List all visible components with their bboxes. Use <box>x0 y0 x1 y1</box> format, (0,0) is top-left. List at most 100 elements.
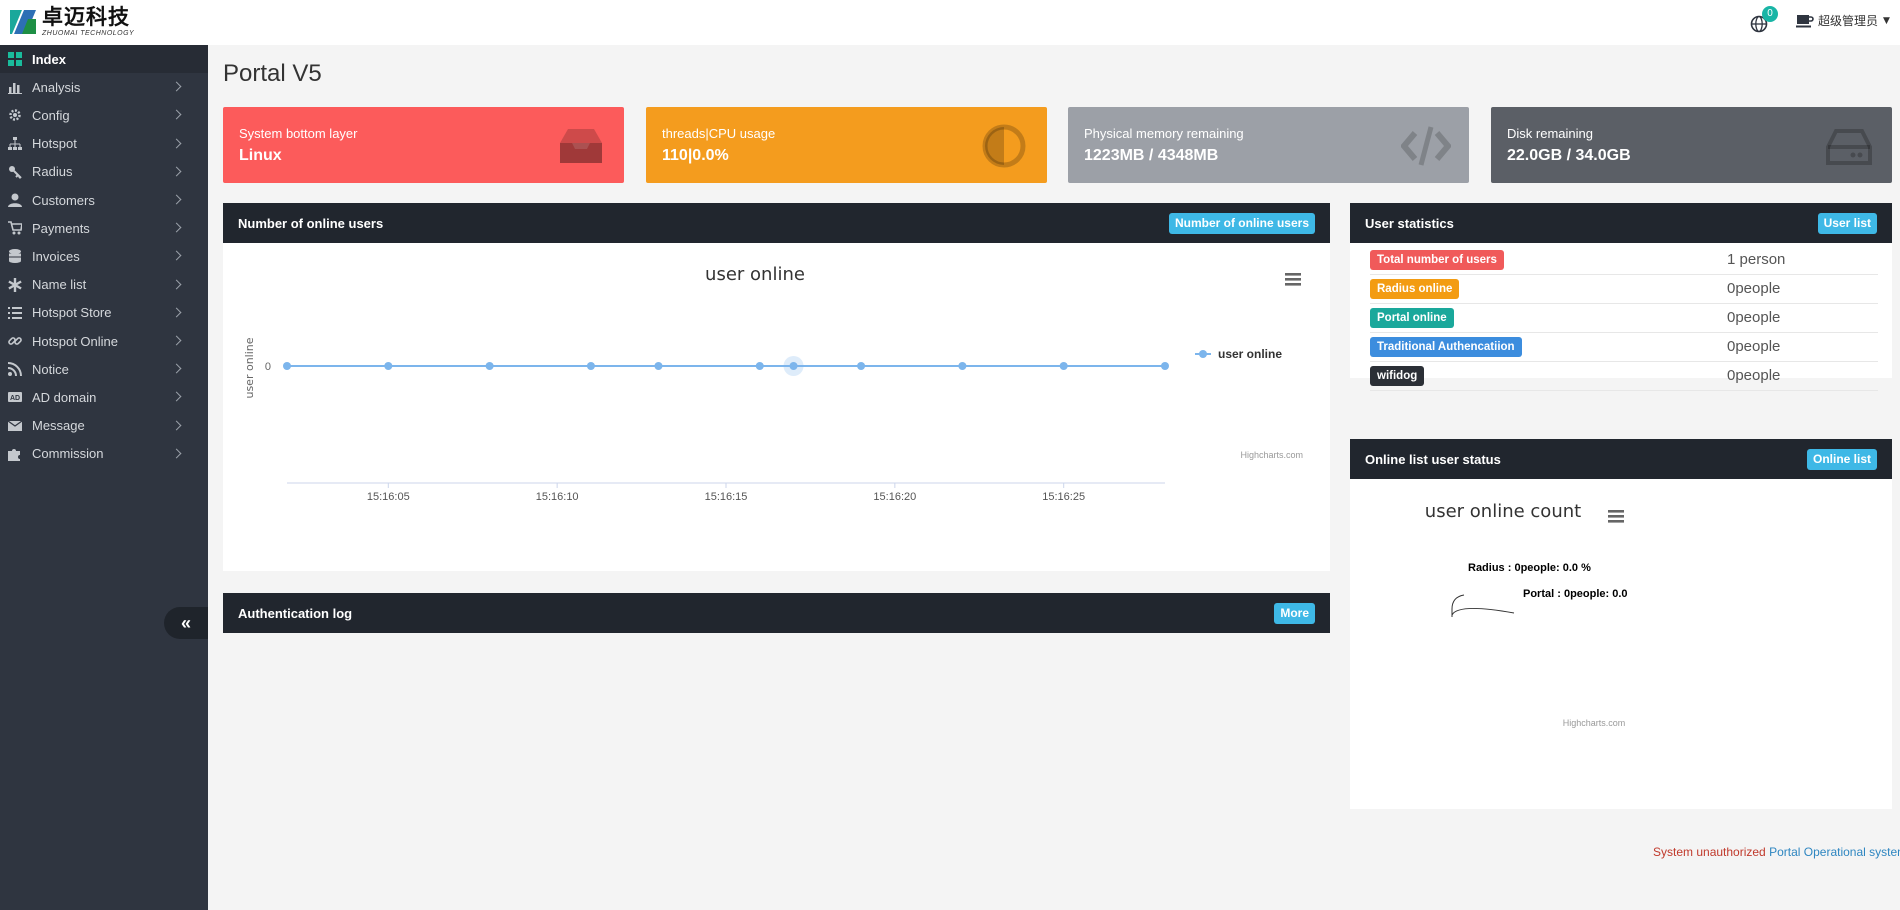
user-stat-label: Traditional Authencatiion <box>1370 337 1522 357</box>
sidebar-item-label: Radius <box>32 164 73 180</box>
authentication-log-panel-header: Authentication log More <box>223 593 1330 633</box>
stat-card-value: 22.0GB / 34.0GB <box>1507 147 1631 164</box>
sidebar-item-config[interactable]: Config <box>0 101 208 129</box>
data-point[interactable] <box>755 362 764 370</box>
sidebar-item-hotspot-store[interactable]: Hotspot Store <box>0 299 208 327</box>
sidebar-collapse-button[interactable]: « <box>164 607 208 639</box>
inbox-icon <box>556 121 606 171</box>
sidebar-item-payments[interactable]: Payments <box>0 214 208 242</box>
user-stat-label: Radius online <box>1370 279 1460 299</box>
chevron-right-icon <box>171 391 182 402</box>
user-stat-label: Total number of users <box>1370 250 1504 270</box>
data-point[interactable] <box>857 362 866 370</box>
sidebar-item-label: Hotspot <box>32 136 77 152</box>
sidebar-item-radius[interactable]: Radius <box>0 158 208 186</box>
chart-credit[interactable]: Highcharts.com <box>1240 450 1303 460</box>
globe-icon[interactable]: 0 <box>1750 6 1778 34</box>
sidebar-item-label: Invoices <box>32 248 80 264</box>
user-stat-count: 0people <box>1727 338 1781 355</box>
y-axis-label: user online <box>243 337 256 398</box>
authentication-log-panel-title: Authentication log <box>238 606 353 621</box>
list-icon <box>8 306 22 320</box>
user-stat-count: 0people <box>1727 309 1781 326</box>
logo: 卓迈科技 ZHUOMAI TECHNOLOGY <box>8 6 134 38</box>
link-icon <box>8 334 22 348</box>
online-users-button[interactable]: Number of online users <box>1168 213 1315 234</box>
x-tick-label: 15:16:20 <box>873 491 916 503</box>
data-point[interactable] <box>1059 362 1068 370</box>
slice-label: Portal : 0people: 0.0 <box>1523 588 1628 600</box>
sidebar-item-label: Hotspot Online <box>32 333 118 349</box>
stat-card-4: Disk remaining 22.0GB / 34.0GB <box>1491 107 1892 183</box>
stat-card-label: threads|CPU usage <box>662 126 776 141</box>
sidebar-item-analysis[interactable]: Analysis <box>0 73 208 101</box>
chart-menu-icon[interactable] <box>1608 510 1624 523</box>
sidebar-item-name-list[interactable]: Name list <box>0 271 208 299</box>
gear-icon <box>8 108 22 122</box>
x-tick-label: 15:16:15 <box>705 491 748 503</box>
data-point[interactable] <box>384 362 393 370</box>
stat-card-3: Physical memory remaining 1223MB / 4348MB <box>1068 107 1469 183</box>
user-name: 超级管理员 <box>1818 14 1879 28</box>
user-menu[interactable]: 超级管理员 ▼ <box>1796 12 1890 29</box>
online-users-panel-title: Number of online users <box>238 216 384 231</box>
footer: System unauthorized Portal Operational s… <box>1653 845 1900 859</box>
data-point[interactable] <box>958 362 967 370</box>
chart-title: user online count <box>1425 501 1581 522</box>
slice-connector <box>1451 594 1465 617</box>
chart-legend[interactable]: user online <box>1195 347 1282 361</box>
stat-card-label: Physical memory remaining <box>1084 126 1244 141</box>
user-stat-row: Traditional Authencatiion 0people <box>1370 333 1878 362</box>
online-status-panel: Online list user status Online list user… <box>1350 439 1892 809</box>
x-tick-label: 15:16:25 <box>1042 491 1085 503</box>
sidebar-item-label: Customers <box>32 192 95 208</box>
online-list-button[interactable]: Online list <box>1806 449 1877 470</box>
sidebar-item-customers[interactable]: Customers <box>0 186 208 214</box>
data-point[interactable] <box>789 362 798 370</box>
sidebar: Index Analysis Config Hotspot Radius Customer… <box>0 45 208 910</box>
notification-badge: 0 <box>1762 6 1778 22</box>
online-users-chart: user online user online 0 15:16:05 15:16:10 1… <box>243 264 1303 503</box>
sidebar-item-notice[interactable]: Notice <box>0 355 208 383</box>
chart-credit[interactable]: Highcharts.com <box>1563 718 1626 728</box>
sidebar-item-hotspot[interactable]: Hotspot <box>0 130 208 158</box>
data-point[interactable] <box>586 362 595 370</box>
chart-menu-icon[interactable] <box>1285 273 1301 286</box>
slice-connector <box>1451 607 1515 616</box>
user-list-button[interactable]: User list <box>1817 213 1877 234</box>
user-stat-count: 0people <box>1727 280 1781 297</box>
sidebar-item-ad-domain[interactable]: AD AD domain <box>0 383 208 411</box>
user-stat-count: 1 person <box>1727 251 1786 268</box>
user-stat-row: Total number of users 1 person <box>1370 246 1878 275</box>
rss-icon <box>8 362 22 377</box>
sidebar-item-hotspot-online[interactable]: Hotspot Online <box>0 327 208 355</box>
sidebar-item-label: Analysis <box>32 79 81 95</box>
chart-title: user online <box>705 264 805 285</box>
data-point[interactable] <box>283 362 291 370</box>
code-icon <box>1400 121 1452 171</box>
user-icon <box>8 193 22 207</box>
chevron-right-icon <box>171 166 182 177</box>
user-stat-row: Portal online 0people <box>1370 304 1878 333</box>
sidebar-item-label: Name list <box>32 277 87 293</box>
sidebar-item-commission[interactable]: Commission <box>0 440 208 468</box>
data-point[interactable] <box>1161 362 1169 370</box>
chevron-right-icon <box>171 138 182 149</box>
data-point[interactable] <box>654 362 663 370</box>
sidebar-item-index[interactable]: Index <box>0 45 208 73</box>
stat-card-label: Disk remaining <box>1507 126 1593 141</box>
user-stat-row: wifidog 0people <box>1370 362 1878 391</box>
data-point[interactable] <box>485 362 494 370</box>
chevron-right-icon <box>171 307 182 318</box>
sitemap-icon <box>8 136 22 151</box>
sidebar-item-label: Config <box>32 107 70 123</box>
chevron-right-icon <box>171 194 182 205</box>
chevron-right-icon <box>171 363 182 374</box>
user-statistics-panel-title: User statistics <box>1365 216 1454 231</box>
sidebar-item-message[interactable]: Message <box>0 412 208 440</box>
more-button[interactable]: More <box>1274 603 1315 624</box>
grid-icon <box>8 52 22 66</box>
sidebar-item-invoices[interactable]: Invoices <box>0 242 208 270</box>
footer-system-link[interactable]: Portal Operational system <box>1769 845 1900 859</box>
online-status-panel-title: Online list user status <box>1365 452 1501 467</box>
